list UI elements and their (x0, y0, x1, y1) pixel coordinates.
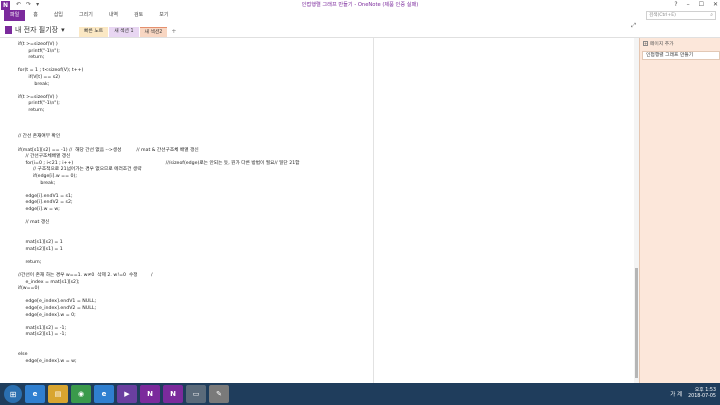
add-page-label: 페이지 추가 (650, 42, 674, 47)
taskbar-app-vs[interactable]: ▶ (117, 385, 137, 403)
code-line[interactable]: break; (18, 82, 49, 88)
quick-access-toolbar: ↶ ↷ ▾ (16, 0, 39, 10)
system-tray: 가 계 오후 1:53 2018-07-05 (670, 383, 716, 405)
code-line[interactable]: // 구조적으로 21넘어가는 경우 없으므로 에러조건 생략 (18, 167, 142, 173)
section-tabs: 빠른 노트 새 섹션 1 새 섹션2 + (79, 27, 179, 37)
taskbar-app-ie2[interactable]: e (94, 385, 114, 403)
add-section-button[interactable]: + (168, 27, 179, 37)
notebook-icon (5, 26, 12, 34)
undo-icon[interactable]: ↶ (16, 0, 21, 10)
page-canvas[interactable]: if(t >=sizeof(V) ) printf("-1\n"); retur… (0, 38, 634, 383)
code-line[interactable]: e_index = mat[s1][s2]; (18, 280, 79, 286)
window-controls: ? – ☐ ✕ (674, 0, 718, 10)
code-line[interactable]: for(t = 1 ; t<sizeof(V); t++) (18, 68, 83, 74)
title-bar: N ↶ ↷ ▾ 인접행렬 그래프 만들기 - OneNote (제품 인증 실패… (0, 0, 720, 10)
code-line[interactable]: // mat 갱신 (18, 220, 49, 226)
code-line[interactable]: if(w==0) (18, 286, 39, 292)
section-tab-new-section-1[interactable]: 새 섹션 1 (109, 27, 139, 37)
section-tab-quick-notes[interactable]: 빠른 노트 (79, 27, 109, 37)
scrollbar-thumb[interactable] (635, 268, 638, 378)
code-line[interactable]: if(t >=sizeof(V) ) (18, 95, 58, 101)
taskbar-apps: e ▤ ◉ e ▶ N N ▭ ✎ (22, 385, 229, 403)
code-line[interactable]: if(mat[s1][s2] == -1) // 해당 간선 없음 -->생성 … (18, 148, 199, 154)
code-line[interactable]: mat[s2][s1] = 1 (18, 247, 62, 253)
code-line[interactable]: edge[e_index].w = w; (18, 359, 76, 365)
search-placeholder: 검색(Ctrl+E) (649, 13, 676, 18)
ribbon-tabs: 파일 홈 삽입 그리기 내역 검토 보기 (0, 10, 720, 21)
tab-review[interactable]: 검토 (126, 10, 151, 21)
clock-date: 2018-07-05 (688, 394, 716, 399)
plus-icon: + (643, 41, 648, 46)
onenote-app-icon: N (1, 0, 10, 10)
code-line[interactable]: if(t >=sizeof(V) ) (18, 42, 58, 48)
taskbar-app-ie[interactable]: e (25, 385, 45, 403)
code-line[interactable]: if(edge[i].w == 0); (18, 174, 77, 180)
redo-icon[interactable]: ↷ (26, 0, 31, 10)
maximize-button[interactable]: ☐ (699, 0, 704, 10)
page-item[interactable]: 인접행렬 그래프 만들기 (642, 51, 720, 60)
code-line[interactable]: else (18, 352, 28, 358)
taskbar-app-files[interactable]: ▭ (186, 385, 206, 403)
taskbar: ⊞ e ▤ ◉ e ▶ N N ▭ ✎ 가 계 오후 1:53 2018-07-05 (0, 383, 720, 405)
tab-history[interactable]: 내역 (101, 10, 126, 21)
code-line[interactable]: // 간선 존재여부 확인 (18, 134, 60, 140)
tab-home[interactable]: 홈 (25, 10, 46, 21)
chevron-down-icon: ▾ (61, 26, 65, 34)
code-line[interactable]: edge[e_index].endV1 = NULL; (18, 299, 96, 305)
search-input[interactable]: 검색(Ctrl+E) ⌕ (646, 11, 716, 20)
code-line[interactable]: mat[s1][s2] = -1; (18, 326, 66, 332)
taskbar-app-explorer[interactable]: ▤ (48, 385, 68, 403)
minimize-button[interactable]: – (687, 0, 690, 10)
code-line[interactable]: return; (18, 108, 44, 114)
customize-qat-icon[interactable]: ▾ (36, 0, 39, 10)
code-line[interactable]: edge[i].endV2 = s2; (18, 200, 72, 206)
page-list-pane: + 페이지 추가 인접행렬 그래프 만들기 (639, 38, 720, 383)
help-icon[interactable]: ? (674, 0, 677, 10)
code-line[interactable]: for(i=0 ; i<21 ; i++) ///sizeof(edge)로는 … (18, 161, 299, 167)
code-line[interactable]: return; (18, 55, 44, 61)
notebook-name: 내 전자 필기장 (15, 26, 59, 34)
notebook-bar: 내 전자 필기장 ▾ 빠른 노트 새 섹션 1 새 섹션2 + (0, 21, 720, 38)
notebook-selector[interactable]: 내 전자 필기장 ▾ (5, 25, 65, 35)
add-page-button[interactable]: + 페이지 추가 (643, 40, 674, 47)
ime-indicator[interactable]: 가 계 (670, 390, 682, 398)
taskbar-app-onenote[interactable]: N (140, 385, 160, 403)
code-line[interactable]: edge[e_index].endV2 = NULL; (18, 306, 96, 312)
code-line[interactable]: printf("-1\n"); (18, 49, 59, 55)
code-line[interactable]: edge[e_index].w = 0; (18, 313, 75, 319)
code-line[interactable]: printf("-1\n"); (18, 101, 59, 107)
taskbar-app-chrome[interactable]: ◉ (71, 385, 91, 403)
code-line[interactable]: return; (18, 260, 41, 266)
search-icon[interactable]: ⌕ (710, 12, 713, 19)
code-line[interactable]: if(V[t] == s2) (18, 75, 60, 81)
note-container[interactable]: if(t >=sizeof(V) ) printf("-1\n"); retur… (0, 38, 374, 383)
tab-insert[interactable]: 삽입 (46, 10, 71, 21)
start-button[interactable]: ⊞ (4, 385, 22, 403)
window-title: 인접행렬 그래프 만들기 - OneNote (제품 인증 실패) (301, 2, 419, 8)
code-line[interactable]: // 간선구조체배열 갱신 (18, 154, 70, 160)
code-line[interactable]: break; (18, 181, 55, 187)
taskbar-app-onenote2[interactable]: N (163, 385, 183, 403)
onenote-window: N ↶ ↷ ▾ 인접행렬 그래프 만들기 - OneNote (제품 인증 실패… (0, 0, 720, 405)
code-line[interactable]: edge[i].endV1 = s1; (18, 194, 72, 200)
clock[interactable]: 오후 1:53 2018-07-05 (688, 388, 716, 400)
close-button[interactable]: ✕ (713, 0, 718, 10)
tab-file[interactable]: 파일 (4, 10, 26, 21)
taskbar-app-paint[interactable]: ✎ (209, 385, 229, 403)
code-line[interactable]: mat[s2][s1] = -1; (18, 332, 66, 338)
tab-draw[interactable]: 그리기 (71, 10, 101, 21)
code-line[interactable]: mat[s1][s2] = 1 (18, 240, 62, 246)
expand-icon[interactable]: ⤢ (631, 22, 636, 30)
tab-view[interactable]: 보기 (151, 10, 176, 21)
code-line[interactable]: //간선이 존재 하는 경우 w==1. w≠0 삭제 2. w!=0 수정 / (18, 273, 153, 279)
section-tab-new-section-2[interactable]: 새 섹션2 (139, 27, 168, 37)
code-line[interactable]: edge[i].w = w; (18, 207, 59, 213)
